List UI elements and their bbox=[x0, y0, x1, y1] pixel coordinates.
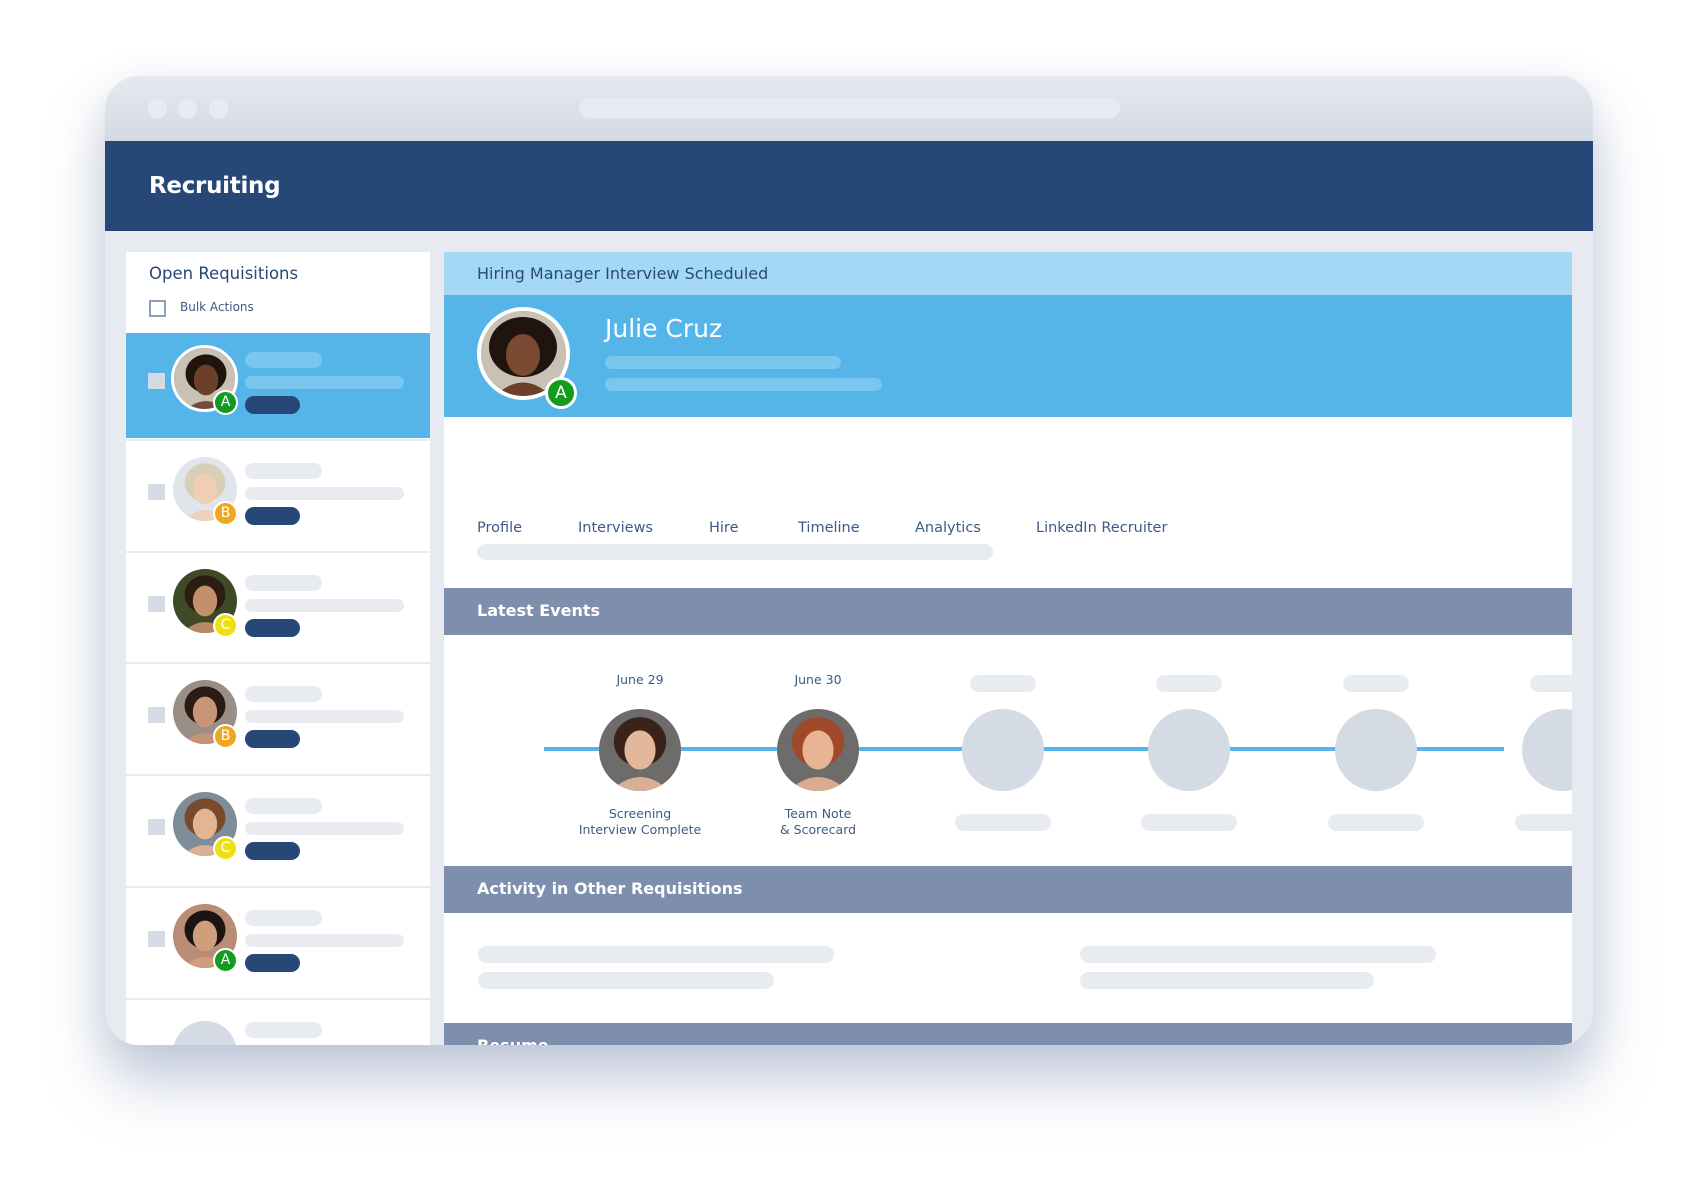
placeholder-line bbox=[1080, 946, 1436, 963]
placeholder-line bbox=[1141, 814, 1237, 831]
requisition-row[interactable]: C bbox=[126, 551, 430, 661]
address-bar[interactable] bbox=[579, 98, 1120, 118]
placeholder-line bbox=[245, 599, 404, 612]
browser-titlebar bbox=[105, 76, 1593, 141]
placeholder-line bbox=[245, 487, 404, 500]
open-requisitions-panel: Open Requisitions Bulk Actions A B C B C A bbox=[126, 252, 430, 1045]
tab-timeline[interactable]: Timeline bbox=[798, 520, 860, 536]
panel-title: Open Requisitions bbox=[149, 264, 299, 283]
row-checkbox[interactable] bbox=[148, 484, 165, 500]
event-avatar[interactable] bbox=[962, 709, 1044, 791]
placeholder-line bbox=[605, 356, 841, 369]
requisition-row[interactable]: C bbox=[126, 774, 430, 884]
placeholder-line bbox=[1080, 972, 1374, 989]
row-checkbox[interactable] bbox=[148, 373, 165, 389]
status-text: Hiring Manager Interview Scheduled bbox=[477, 264, 769, 283]
placeholder-line bbox=[245, 376, 404, 389]
tab-hire[interactable]: Hire bbox=[709, 520, 739, 536]
tab-indicator-track bbox=[477, 544, 993, 560]
placeholder-line bbox=[955, 814, 1051, 831]
window-control-dot[interactable] bbox=[178, 99, 197, 119]
placeholder-line bbox=[478, 946, 834, 963]
row-checkbox[interactable] bbox=[148, 707, 165, 723]
requisition-row[interactable]: A bbox=[126, 333, 430, 438]
person-photo-icon bbox=[599, 709, 681, 791]
event-avatar[interactable] bbox=[777, 709, 859, 791]
event-avatar[interactable] bbox=[1522, 709, 1572, 791]
row-checkbox[interactable] bbox=[148, 596, 165, 612]
tab-linkedin-recruiter[interactable]: LinkedIn Recruiter bbox=[1036, 520, 1167, 536]
status-pill bbox=[245, 507, 300, 525]
placeholder-line bbox=[478, 972, 774, 989]
event-avatar[interactable] bbox=[599, 709, 681, 791]
row-checkbox[interactable] bbox=[148, 931, 165, 947]
candidate-header: A Julie Cruz bbox=[444, 295, 1572, 417]
requisition-row[interactable]: B bbox=[126, 662, 430, 772]
grade-badge: A bbox=[545, 377, 577, 409]
placeholder-line bbox=[1156, 675, 1222, 692]
tab-analytics[interactable]: Analytics bbox=[915, 520, 981, 536]
browser-window: Recruiting Open Requisitions Bulk Action… bbox=[105, 76, 1593, 1045]
status-banner: Hiring Manager Interview Scheduled bbox=[444, 252, 1572, 295]
placeholder-line bbox=[1530, 675, 1572, 692]
placeholder-line bbox=[245, 934, 404, 947]
event-avatar[interactable] bbox=[1335, 709, 1417, 791]
status-pill bbox=[245, 842, 300, 860]
row-checkbox[interactable] bbox=[148, 819, 165, 835]
event-avatar[interactable] bbox=[1148, 709, 1230, 791]
status-pill bbox=[245, 730, 300, 748]
placeholder-line bbox=[1343, 675, 1409, 692]
grade-badge: C bbox=[213, 836, 238, 861]
tab-interviews[interactable]: Interviews bbox=[578, 520, 653, 536]
avatar-placeholder bbox=[173, 1021, 237, 1045]
requisition-row[interactable] bbox=[126, 998, 430, 1045]
grade-badge: B bbox=[213, 724, 238, 749]
grade-badge: A bbox=[213, 948, 238, 973]
placeholder-line bbox=[970, 675, 1036, 692]
section-title: Activity in Other Requisitions bbox=[477, 879, 743, 898]
status-pill bbox=[245, 396, 300, 414]
bulk-actions-checkbox[interactable] bbox=[149, 300, 166, 317]
placeholder-line bbox=[245, 1022, 322, 1038]
bulk-actions-label[interactable]: Bulk Actions bbox=[180, 300, 254, 314]
requisition-row[interactable]: A bbox=[126, 886, 430, 996]
placeholder-line bbox=[245, 822, 404, 835]
placeholder-line bbox=[245, 710, 404, 723]
grade-badge: A bbox=[213, 390, 238, 415]
placeholder-line bbox=[245, 463, 322, 479]
event-date: June 29 bbox=[616, 672, 664, 687]
window-control-dot[interactable] bbox=[148, 99, 167, 119]
placeholder-line bbox=[1515, 814, 1572, 831]
section-title: Resume bbox=[477, 1036, 549, 1045]
window-control-dot[interactable] bbox=[209, 99, 228, 119]
candidate-name: Julie Cruz bbox=[605, 314, 723, 343]
app-title: Recruiting bbox=[149, 173, 281, 199]
section-title: Latest Events bbox=[477, 601, 601, 620]
requisition-row[interactable]: B bbox=[126, 439, 430, 549]
placeholder-line bbox=[245, 575, 322, 591]
latest-events-header: Latest Events bbox=[444, 588, 1572, 635]
status-pill bbox=[245, 619, 300, 637]
placeholder-line bbox=[245, 352, 322, 368]
tab-profile[interactable]: Profile bbox=[477, 520, 522, 536]
activity-header: Activity in Other Requisitions bbox=[444, 866, 1572, 913]
placeholder-line bbox=[605, 378, 882, 391]
event-date: June 30 bbox=[794, 672, 842, 687]
resume-header: Resume bbox=[444, 1023, 1572, 1045]
event-label: Team Note & Scorecard bbox=[779, 806, 857, 837]
grade-badge: C bbox=[213, 613, 238, 638]
placeholder-line bbox=[245, 686, 322, 702]
person-photo-icon bbox=[777, 709, 859, 791]
placeholder-line bbox=[245, 910, 322, 926]
candidate-detail-panel: Hiring Manager Interview Scheduled A Jul… bbox=[444, 252, 1572, 1045]
placeholder-line bbox=[245, 798, 322, 814]
placeholder-line bbox=[1328, 814, 1424, 831]
event-label: Screening Interview Complete bbox=[578, 806, 702, 837]
status-pill bbox=[245, 954, 300, 972]
grade-badge: B bbox=[213, 501, 238, 526]
app-header: Recruiting bbox=[105, 141, 1593, 231]
